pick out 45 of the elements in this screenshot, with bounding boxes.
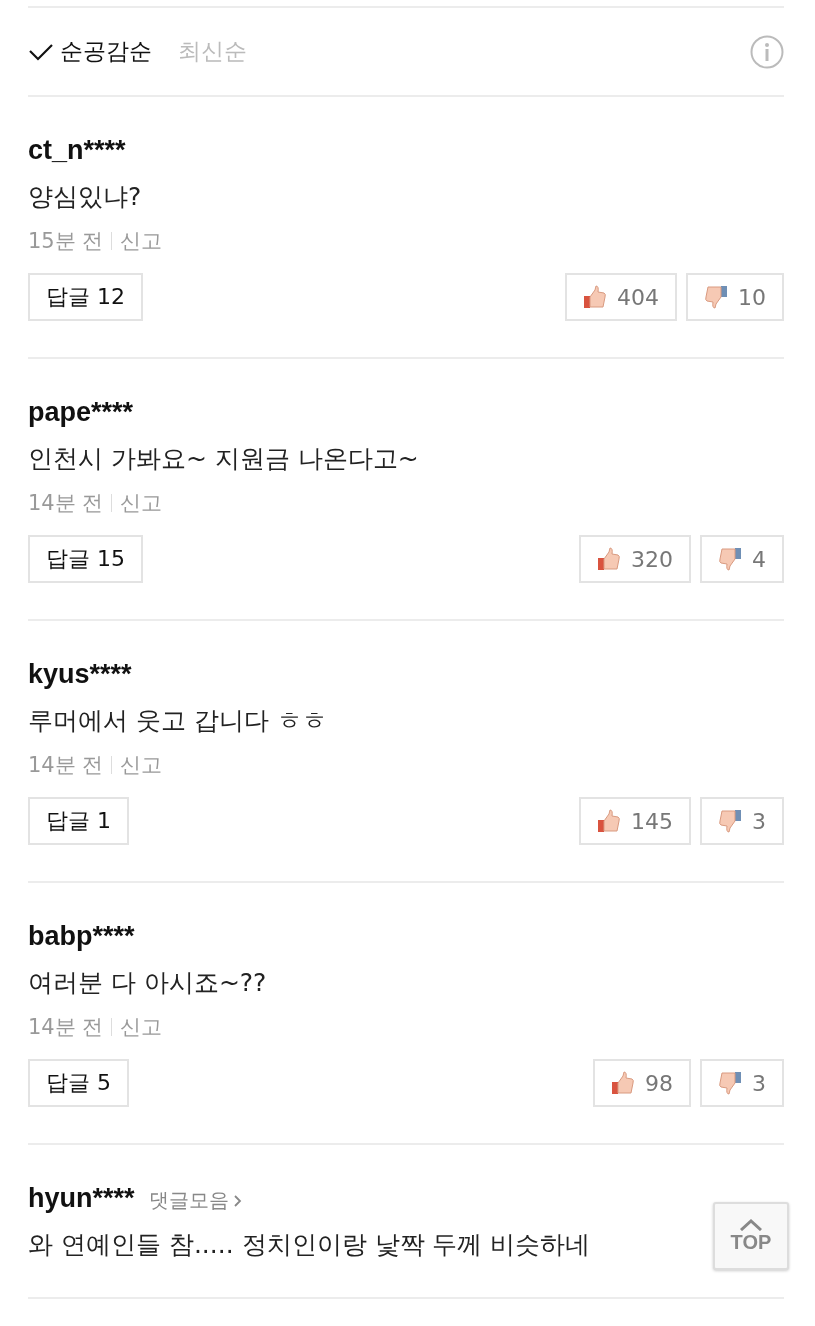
comment-text: 와 연예인들 참..... 정치인이랑 낯짝 두께 비슷하네 [28, 1229, 591, 1261]
dislike-button[interactable]: 3 [700, 797, 784, 845]
thumbs-down-icon [718, 547, 742, 571]
comment-time: 14분 전 [28, 490, 104, 517]
report-link[interactable]: 신고 [120, 489, 163, 517]
comment-time: 15분 전 [28, 228, 104, 255]
comment-text: 양심있냐? [28, 181, 142, 213]
scroll-top-button[interactable]: TOP [713, 1202, 789, 1270]
like-button[interactable]: 145 [579, 797, 691, 845]
like-button[interactable]: 98 [593, 1059, 691, 1107]
reply-button[interactable]: 답글 5 [28, 1059, 129, 1107]
thumbs-down-icon [718, 809, 742, 833]
report-link[interactable]: 신고 [120, 1013, 163, 1041]
report-link[interactable]: 신고 [120, 227, 163, 255]
dislike-button[interactable]: 4 [700, 535, 784, 583]
thumbs-up-icon [597, 547, 621, 571]
thumbs-up-icon [583, 285, 607, 309]
comment-time: 14분 전 [28, 1014, 104, 1041]
dislike-button[interactable]: 3 [700, 1059, 784, 1107]
report-link[interactable]: 신고 [120, 751, 163, 779]
sort-tab[interactable]: 순공감순 [28, 36, 152, 67]
reply-button[interactable]: 답글 12 [28, 273, 143, 321]
dislike-button[interactable]: 10 [686, 273, 784, 321]
check-icon [28, 41, 54, 62]
chevron-right-icon [232, 1193, 242, 1208]
thumbs-down-icon [718, 1071, 742, 1095]
comment-text: 인천시 가봐요~ 지원금 나온다고~ [28, 443, 419, 475]
reply-button[interactable]: 답글 1 [28, 797, 129, 845]
thumbs-up-icon [611, 1071, 635, 1095]
like-button[interactable]: 404 [565, 273, 677, 321]
caret-up-icon [739, 1218, 763, 1231]
username: ct_n**** [28, 135, 126, 166]
reply-button[interactable]: 답글 15 [28, 535, 143, 583]
comment-text: 루머에서 웃고 갑니다 ㅎㅎ [28, 705, 327, 737]
username: babp**** [28, 921, 135, 952]
like-button[interactable]: 320 [579, 535, 691, 583]
username: hyun**** [28, 1183, 135, 1214]
username: pape**** [28, 397, 134, 428]
comment-time: 14분 전 [28, 752, 104, 779]
thumbs-up-icon [597, 809, 621, 833]
comment-collection-link[interactable]: 댓글모음 [148, 1187, 242, 1214]
info-icon[interactable] [750, 34, 784, 69]
comment-text: 여러분 다 아시죠~?? [28, 967, 267, 999]
username: kyus**** [28, 659, 132, 690]
thumbs-down-icon [704, 285, 728, 309]
